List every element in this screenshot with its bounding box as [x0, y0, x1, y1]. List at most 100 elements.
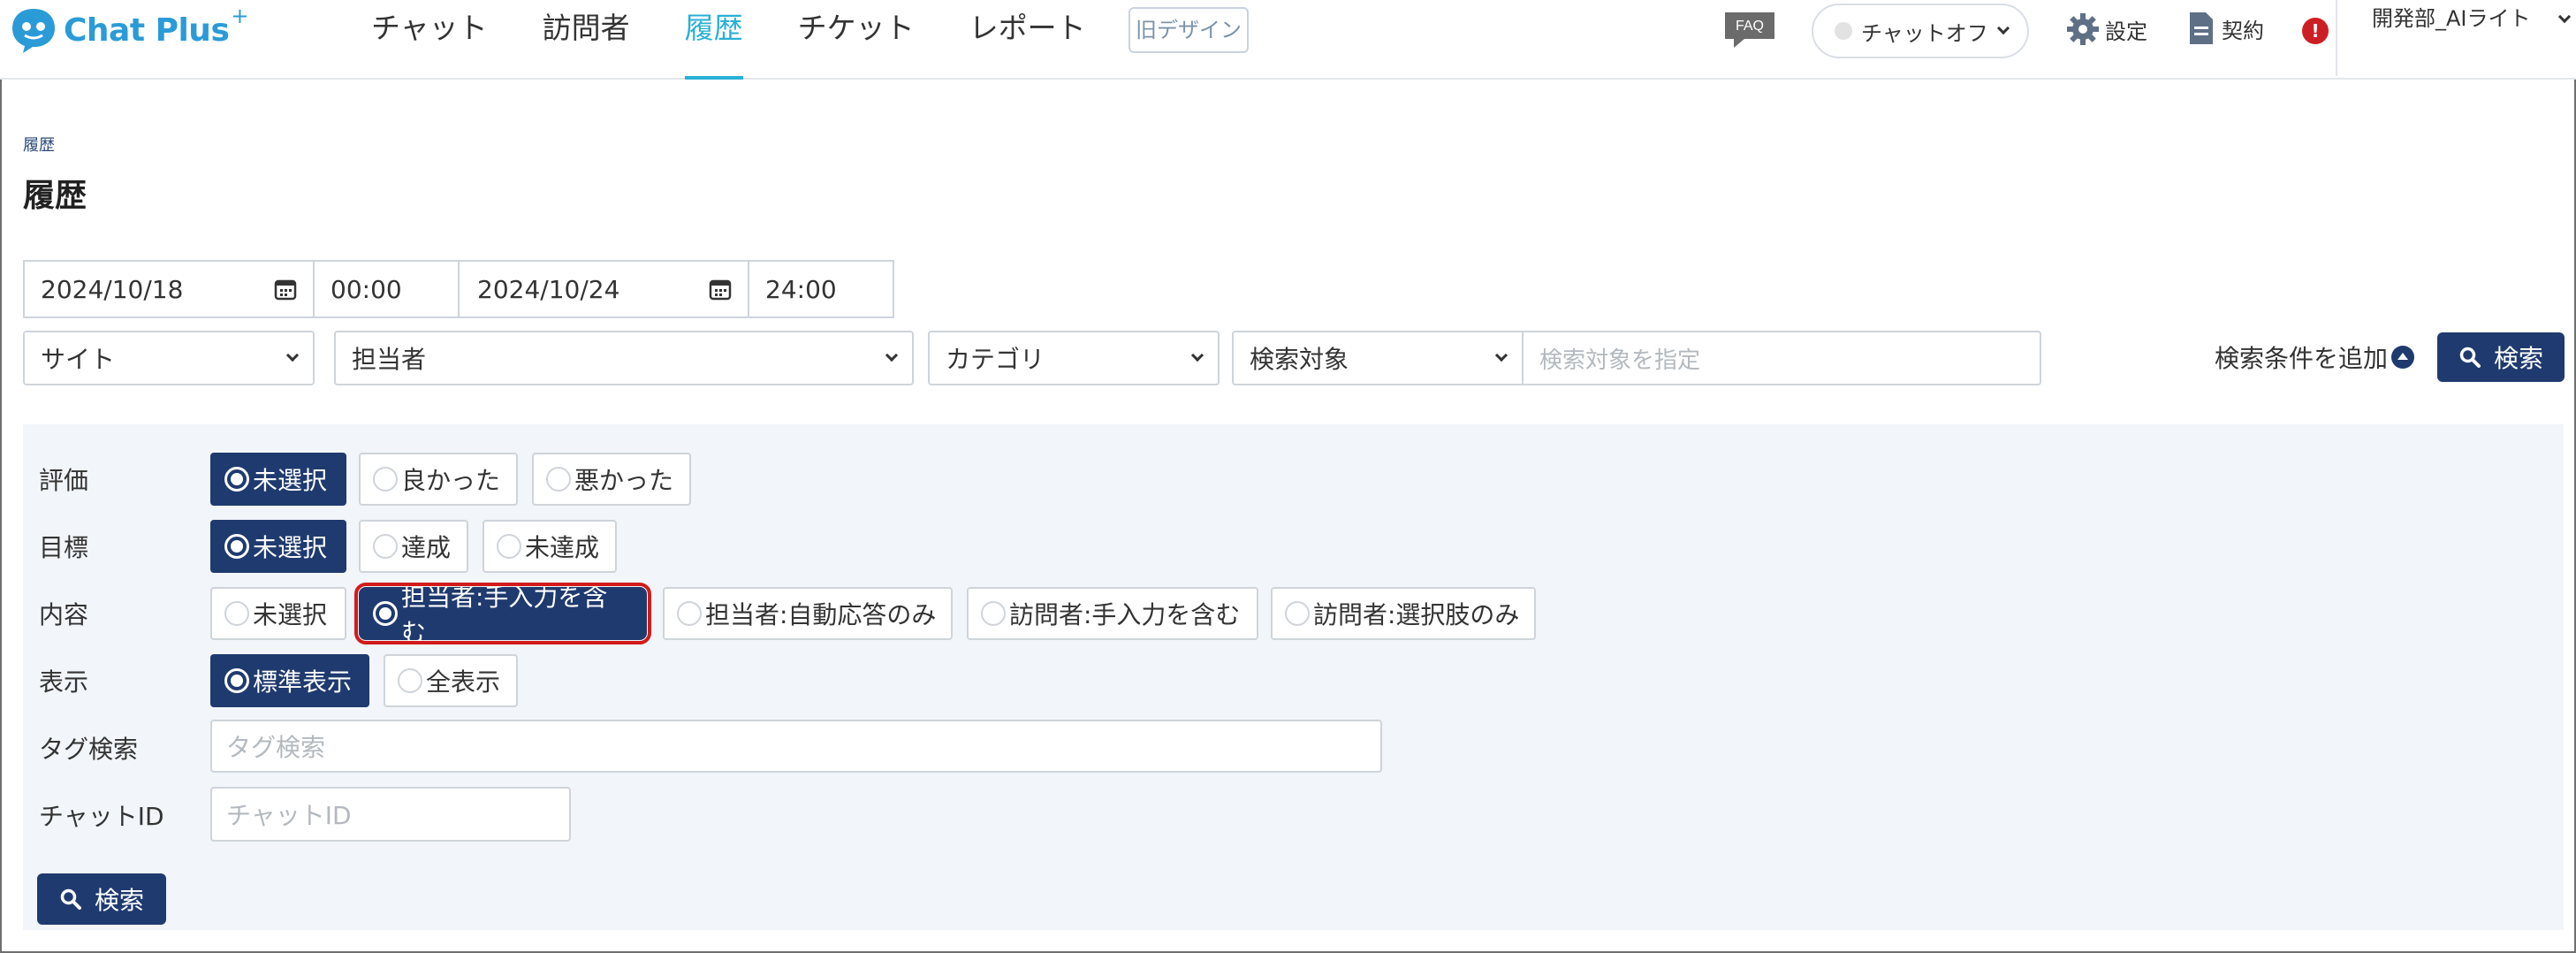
radio-icon [497, 534, 521, 559]
calendar-icon[interactable] [274, 278, 297, 301]
nav-history[interactable]: 履歴 [684, 0, 743, 80]
chevron-down-icon [1996, 21, 2010, 35]
agent-select[interactable]: 担当者 [334, 331, 914, 385]
date-from-value: 2024/10/18 [41, 274, 184, 304]
logo-text: Chat Plus [64, 11, 230, 49]
goal-label: 目標 [39, 533, 89, 562]
radio-icon [373, 467, 398, 492]
tag-search-input[interactable]: タグ検索 [210, 720, 1382, 773]
nav-reports[interactable]: レポート [969, 0, 1086, 80]
site-select[interactable]: サイト [23, 331, 315, 385]
content-option-label: 担当者:手入力を含む [401, 583, 608, 647]
date-to-value: 2024/10/24 [477, 274, 620, 304]
goal-option-achieved[interactable]: 達成 [359, 520, 468, 573]
category-select[interactable]: カテゴリ [928, 331, 1220, 385]
rating-option-label: 未選択 [253, 466, 328, 495]
alert-icon[interactable]: ! [2302, 18, 2329, 44]
goal-option-label: 未達成 [525, 533, 600, 562]
radio-icon [224, 668, 249, 693]
logo[interactable]: Chat Plus + [9, 4, 248, 57]
add-condition-toggle[interactable]: 検索条件を追加 [2215, 339, 2415, 375]
header-divider [2336, 0, 2337, 76]
content-option-agent-manual[interactable]: 担当者:手入力を含む [354, 583, 651, 647]
category-select-value: カテゴリ [946, 345, 1045, 374]
site-select-value: サイト [41, 345, 116, 374]
goal-option-not-achieved[interactable]: 未達成 [483, 520, 617, 573]
goal-option-unselected[interactable]: 未選択 [210, 520, 346, 573]
main-nav: チャット 訪問者 履歴 チケット レポート [371, 0, 1141, 80]
radio-icon [398, 668, 422, 693]
logo-plus: + [231, 4, 249, 28]
time-from-value: 00:00 [331, 274, 402, 304]
document-icon [2190, 12, 2213, 44]
search-button-top[interactable]: 検索 [2437, 332, 2565, 382]
radio-icon [373, 601, 398, 626]
chat-id-input[interactable]: チャットID [210, 787, 571, 842]
date-to-input[interactable]: 2024/10/24 [458, 260, 749, 318]
rating-option-bad[interactable]: 悪かった [532, 453, 691, 506]
user-chevron-down-icon[interactable] [2557, 10, 2572, 24]
rating-option-label: 悪かった [574, 466, 674, 495]
content-label: 内容 [39, 600, 89, 629]
chat-status-dropdown[interactable]: チャットオフ [1812, 4, 2029, 58]
search-target-select[interactable]: 検索対象 [1232, 331, 1524, 385]
tag-search-label: タグ検索 [39, 735, 139, 764]
chat-status-label: チャットオフ [1861, 20, 1988, 46]
nav-visitors[interactable]: 訪問者 [543, 0, 630, 80]
display-label: 表示 [39, 667, 89, 697]
nav-chat[interactable]: チャット [371, 0, 488, 80]
chat-id-placeholder: チャットID [226, 801, 352, 830]
user-menu[interactable]: 開発部_AIライト [2372, 4, 2549, 34]
time-from-input[interactable]: 00:00 [313, 260, 460, 318]
content-option-visitor-manual[interactable]: 訪問者:手入力を含む [967, 587, 1258, 640]
rating-option-unselected[interactable]: 未選択 [210, 453, 346, 506]
radio-icon [224, 534, 249, 559]
chevron-down-icon [1190, 348, 1204, 362]
rating-option-good[interactable]: 良かった [359, 453, 518, 506]
radio-icon [677, 601, 702, 626]
gear-icon [2067, 13, 2099, 45]
search-button-label: 検索 [94, 886, 144, 915]
status-dot-icon [1835, 22, 1852, 40]
nav-tickets[interactable]: チケット [798, 0, 915, 80]
content-option-visitor-choices[interactable]: 訪問者:選択肢のみ [1271, 587, 1536, 640]
breadcrumb[interactable]: 履歴 [23, 133, 55, 156]
chat-bubble-logo-icon [12, 9, 55, 53]
display-option-all[interactable]: 全表示 [384, 654, 518, 707]
search-icon [2459, 347, 2481, 368]
tag-search-placeholder: タグ検索 [226, 733, 326, 762]
content-option-unselected[interactable]: 未選択 [210, 587, 346, 640]
radio-icon [981, 601, 1006, 626]
faq-label: FAQ [1736, 19, 1764, 34]
chevron-down-icon [1494, 348, 1508, 362]
page-title: 履歴 [23, 178, 87, 214]
chat-id-label: チャットID [39, 802, 164, 831]
collapse-up-icon [2391, 346, 2415, 369]
faq-icon[interactable]: FAQ [1723, 11, 1776, 50]
goal-option-label: 達成 [401, 533, 452, 562]
calendar-icon[interactable] [709, 278, 732, 301]
date-from-input[interactable]: 2024/10/18 [23, 260, 315, 318]
search-target-input[interactable]: 検索対象を指定 [1522, 331, 2041, 385]
search-target-value: 検索対象 [1250, 345, 1349, 374]
chevron-down-icon [885, 348, 899, 362]
content-option-label: 未選択 [253, 600, 328, 629]
display-option-label: 標準表示 [253, 667, 353, 697]
rating-option-label: 良かった [401, 466, 501, 495]
contract-link[interactable]: 契約 [2188, 11, 2264, 46]
content-option-label: 訪問者:手入力を含む [1009, 600, 1241, 629]
display-option-standard[interactable]: 標準表示 [210, 654, 369, 707]
settings-link[interactable]: 設定 [2066, 12, 2147, 46]
top-header: Chat Plus + チャット 訪問者 履歴 チケット レポート 旧デザイン … [0, 0, 2576, 80]
add-condition-label: 検索条件を追加 [2215, 344, 2389, 373]
content-option-agent-auto[interactable]: 担当者:自動応答のみ [663, 587, 953, 640]
rating-label: 評価 [39, 466, 89, 495]
radio-icon [373, 534, 398, 559]
search-button-bottom[interactable]: 検索 [37, 873, 166, 925]
time-to-value: 24:00 [765, 274, 837, 304]
radio-icon [224, 601, 249, 626]
time-to-input[interactable]: 24:00 [748, 260, 894, 318]
display-option-label: 全表示 [426, 667, 501, 697]
radio-icon [546, 467, 571, 492]
old-design-button[interactable]: 旧デザイン [1128, 7, 1249, 53]
